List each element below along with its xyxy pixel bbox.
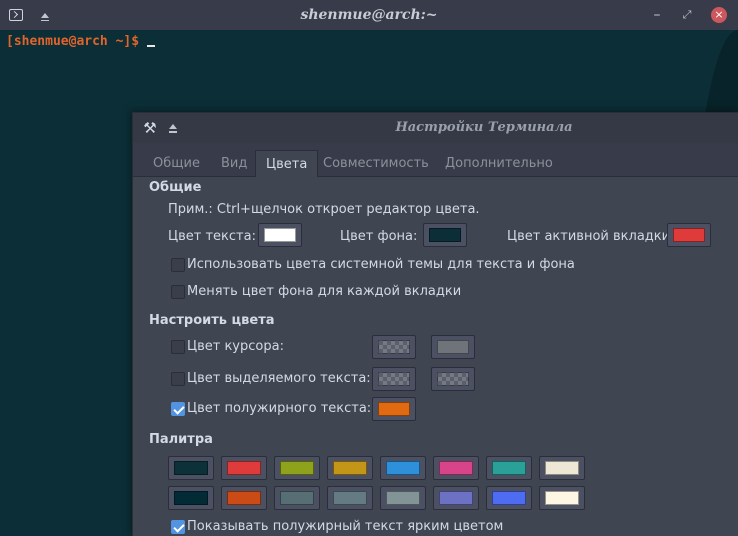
selection-color-checkbox[interactable]: [171, 372, 185, 386]
dialog-shade-icon[interactable]: [169, 124, 177, 133]
cursor-color-fill: [437, 340, 469, 354]
close-icon[interactable]: ×: [711, 7, 727, 23]
bold-color-button[interactable]: [372, 397, 416, 421]
palette-color-fill: [227, 461, 261, 475]
palette-color-2-1[interactable]: [168, 486, 214, 510]
active-tab-color-fill: [673, 228, 705, 242]
color-editor-hint: Прим.: Ctrl+щелчок откроет редактор цвет…: [168, 202, 480, 217]
shade-icon[interactable]: [38, 0, 52, 30]
bold-color-fill: [378, 402, 410, 416]
palette-color-1-2[interactable]: [221, 456, 267, 480]
bold-color-label: Цвет полужирного текста:: [187, 401, 372, 416]
window-title: shenmue@arch:~: [300, 7, 438, 23]
palette-color-2-2[interactable]: [221, 486, 267, 510]
text-cursor: [147, 45, 156, 47]
bold-bright-label: Показывать полужирный текст ярким цветом: [187, 519, 504, 534]
dialog-titlebar: Настройки Терминала ⚒: [133, 113, 738, 143]
tab-colors[interactable]: Цвета: [255, 150, 319, 178]
cursor-bg-color-button[interactable]: [431, 335, 475, 359]
selection-fg-color-button[interactable]: [372, 367, 416, 391]
tab-appearance[interactable]: Вид: [221, 150, 247, 177]
palette-color-fill: [439, 491, 473, 505]
palette-color-1-1[interactable]: [168, 456, 214, 480]
selection-color-label: Цвет выделяемого текста:: [187, 371, 371, 386]
palette-color-1-3[interactable]: [274, 456, 320, 480]
palette-color-fill: [174, 461, 208, 475]
palette-color-fill: [280, 461, 314, 475]
terminal-titlebar: shenmue@arch:~ – ⤢ ×: [0, 0, 738, 30]
palette-color-fill: [492, 461, 526, 475]
bold-bright-checkbox[interactable]: [171, 520, 185, 534]
text-color-fill: [264, 228, 296, 242]
palette-color-fill: [545, 461, 579, 475]
dialog-title: Настройки Терминала: [395, 120, 573, 135]
preferences-dialog: Настройки Терминала ⚒ Общие Вид Цвета Со…: [132, 112, 738, 536]
bg-color-button[interactable]: [423, 223, 467, 247]
palette-color-fill: [227, 491, 261, 505]
palette-color-1-6[interactable]: [433, 456, 479, 480]
cursor-fg-color-button[interactable]: [372, 335, 416, 359]
palette-color-2-3[interactable]: [274, 486, 320, 510]
palette-color-2-8[interactable]: [539, 486, 585, 510]
palette-color-fill: [439, 461, 473, 475]
tab-general[interactable]: Общие: [153, 150, 200, 177]
palette-color-fill: [280, 491, 314, 505]
active-tab-color-label: Цвет активной вкладки:: [507, 229, 675, 244]
palette-color-1-8[interactable]: [539, 456, 585, 480]
text-color-label: Цвет текста:: [168, 229, 256, 244]
section-general-heading: Общие: [149, 180, 202, 195]
maximize-icon[interactable]: ⤢: [681, 0, 693, 30]
tab-bar: Общие Вид Цвета Совместимость Дополнител…: [133, 150, 738, 178]
palette-color-1-4[interactable]: [327, 456, 373, 480]
bold-color-checkbox[interactable]: [171, 402, 185, 416]
colors-page: Общие Прим.: Ctrl+щелчок откроет редакто…: [133, 177, 738, 536]
palette-color-2-5[interactable]: [380, 486, 426, 510]
active-tab-color-button[interactable]: [667, 223, 711, 247]
selection-bg-color-button[interactable]: [431, 367, 475, 391]
section-custom-heading: Настроить цвета: [149, 313, 275, 328]
text-color-button[interactable]: [258, 223, 302, 247]
palette-color-fill: [333, 491, 367, 505]
palette-color-2-4[interactable]: [327, 486, 373, 510]
use-system-colors-checkbox[interactable]: [171, 258, 185, 272]
bg-color-label: Цвет фона:: [340, 229, 418, 244]
tools-icon[interactable]: ⚒: [141, 119, 159, 137]
palette-color-fill: [545, 491, 579, 505]
tab-advanced[interactable]: Дополнительно: [445, 150, 553, 177]
palette-color-2-7[interactable]: [486, 486, 532, 510]
terminal-icon[interactable]: [6, 0, 26, 30]
palette-color-fill: [333, 461, 367, 475]
cursor-color-label: Цвет курсора:: [187, 339, 284, 354]
vary-bg-per-tab-checkbox[interactable]: [171, 285, 185, 299]
prompt-text: [shenmue@arch ~]$: [6, 34, 140, 49]
palette-color-fill: [492, 491, 526, 505]
vary-bg-per-tab-label: Менять цвет фона для каждой вкладки: [187, 284, 462, 299]
bg-color-fill: [429, 228, 461, 242]
palette-color-fill: [386, 491, 420, 505]
shell-prompt: [shenmue@arch ~]$: [6, 34, 156, 49]
palette-color-fill: [174, 491, 208, 505]
section-palette-heading: Палитра: [149, 432, 213, 447]
palette-color-2-6[interactable]: [433, 486, 479, 510]
palette-color-fill: [386, 461, 420, 475]
palette-color-1-7[interactable]: [486, 456, 532, 480]
cursor-color-checkbox[interactable]: [171, 340, 185, 354]
palette-color-1-5[interactable]: [380, 456, 426, 480]
tab-compatibility[interactable]: Совместимость: [323, 150, 429, 177]
minimize-icon[interactable]: –: [651, 0, 663, 30]
use-system-colors-label: Использовать цвета системной темы для те…: [187, 257, 575, 272]
